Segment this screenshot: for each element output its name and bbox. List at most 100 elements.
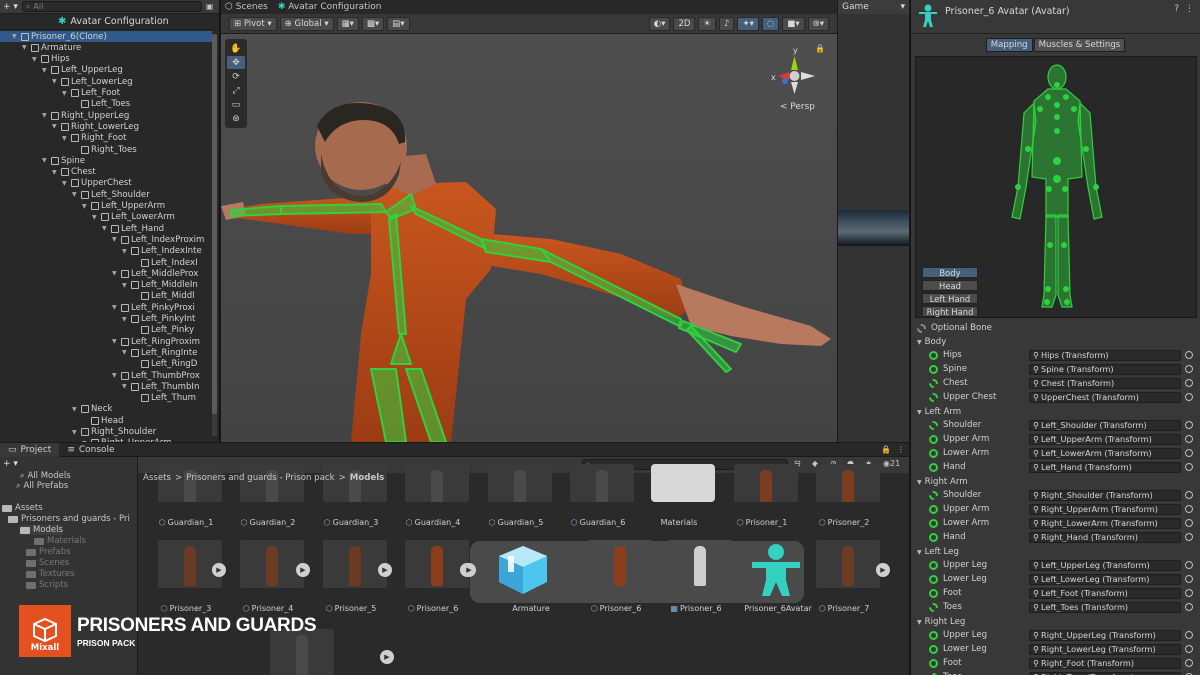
bone-transform-field[interactable]: ⚲ Right_Hand (Transform) [1029, 531, 1181, 543]
object-picker-icon[interactable] [1185, 491, 1193, 499]
hierarchy-item[interactable]: ▼ Right_Foot [0, 133, 126, 144]
object-picker-icon[interactable] [1185, 533, 1193, 541]
hierarchy-item[interactable]: ▼ Right_UpperArm [0, 438, 172, 442]
hierarchy-item[interactable]: ▼ Left_LowerArm [0, 212, 175, 223]
hierarchy-item[interactable]: ▼ Left_UpperLeg [0, 65, 123, 76]
bone-group-header[interactable]: ▼ Right Leg [911, 615, 1200, 629]
breadcrumb-item[interactable]: Prisoners and guards - Prison pack [186, 473, 334, 483]
asset-thumbnail[interactable] [570, 464, 634, 502]
grid-toggle-button[interactable]: ▦ ▾ [336, 16, 359, 31]
audio-toggle-button[interactable]: ♪ [719, 16, 735, 31]
hierarchy-item[interactable]: ▼ Armature [0, 42, 81, 53]
tab-project[interactable]: ▭ Project [0, 443, 60, 457]
object-picker-icon[interactable] [1185, 351, 1193, 359]
hierarchy-item[interactable]: ▼ UpperChest [0, 178, 132, 189]
hierarchy-item[interactable]: ▼ Left_RingInte [0, 347, 197, 358]
object-picker-icon[interactable] [1185, 379, 1193, 387]
expand-arrow-icon[interactable]: ▼ [122, 282, 129, 289]
bone-transform-field[interactable]: ⚲ Left_UpperLeg (Transform) [1029, 559, 1181, 571]
scene-viewport[interactable]: ✋ ✥ ⟳ ⤢ ▭ ⊛ y x < Persp 🔒 [221, 34, 837, 442]
expand-arrow-icon[interactable]: ▼ [52, 123, 59, 130]
asset-thumbnail[interactable] [651, 464, 715, 502]
body-part-left-hand-button[interactable]: Left Hand [922, 293, 978, 304]
create-asset-button[interactable]: + ▾ [3, 459, 18, 469]
global-dropdown[interactable]: ⊕ Global ▾ [279, 16, 334, 31]
help-icon[interactable]: ? [1174, 4, 1179, 14]
expand-arrow-icon[interactable]: ▼ [82, 440, 89, 442]
object-picker-icon[interactable] [1185, 505, 1193, 513]
hierarchy-item[interactable]: ▼ Left_ThumbIn [0, 381, 199, 392]
hierarchy-item[interactable]: ▼ Left_MiddleProx [0, 268, 198, 279]
body-part-head-button[interactable]: Head [922, 280, 978, 291]
add-menu-button[interactable]: + ▾ [3, 2, 18, 12]
hierarchy-item[interactable]: ▼ Left_MiddleIn [0, 280, 198, 291]
hierarchy-item[interactable]: ▼ Prisoner_6(Clone) [0, 31, 212, 42]
project-folder-item[interactable]: Prisoners and guards - Pri [8, 514, 130, 524]
body-part-body-button[interactable]: Body [922, 267, 978, 278]
expand-arrow-icon[interactable]: ▼ [122, 316, 129, 323]
hierarchy-item[interactable]: Left_Middl [0, 291, 195, 302]
bone-transform-field[interactable]: ⚲ Left_Shoulder (Transform) [1029, 419, 1181, 431]
hierarchy-item[interactable]: ▼ Left_UpperArm [0, 201, 165, 212]
expand-arrow-icon[interactable]: ▼ [12, 33, 19, 40]
expand-arrow-icon[interactable]: ▼ [122, 383, 129, 390]
pivot-dropdown[interactable]: ⊞ Pivot ▾ [229, 16, 277, 31]
expand-arrow-icon[interactable]: ▼ [82, 203, 89, 210]
gizmo-center[interactable] [789, 71, 800, 81]
avatar-asset[interactable] [748, 542, 804, 598]
shading-mode-dropdown[interactable]: ◐ ▾ [648, 16, 671, 31]
asset-thumbnail[interactable] [588, 540, 652, 588]
object-picker-icon[interactable] [1185, 421, 1193, 429]
hierarchy-item[interactable]: ▼ Left_RingProxim [0, 336, 200, 347]
expand-arrow-icon[interactable]: ▼ [122, 349, 129, 356]
hierarchy-item[interactable]: ▼ Left_IndexInte [0, 246, 202, 257]
project-folder-item[interactable]: Materials [34, 536, 86, 546]
object-picker-icon[interactable] [1185, 435, 1193, 443]
hierarchy-scroll-thumb[interactable] [212, 34, 217, 414]
gizmo-z-cone-back[interactable] [791, 82, 798, 94]
expand-arrow-icon[interactable]: ▼ [72, 191, 79, 198]
hierarchy-item[interactable]: ▼ Left_PinkyInt [0, 314, 195, 325]
breadcrumb-item[interactable]: Models [350, 473, 385, 483]
hierarchy-item[interactable]: ▼ Neck [0, 404, 112, 415]
expand-prefab-button[interactable]: ▶ [380, 650, 394, 664]
project-folder-item[interactable]: Models [20, 525, 63, 535]
bone-transform-field[interactable]: ⚲ Hips (Transform) [1029, 349, 1181, 361]
tab-muscles-settings[interactable]: Muscles & Settings [1033, 38, 1126, 52]
object-picker-icon[interactable] [1185, 561, 1193, 569]
asset-thumbnail[interactable] [734, 464, 798, 502]
hierarchy-item[interactable]: Left_IndexI [0, 257, 198, 268]
hierarchy-item[interactable]: Right_Toes [0, 144, 137, 155]
asset-thumbnail[interactable] [816, 540, 880, 588]
object-picker-icon[interactable] [1185, 519, 1193, 527]
expand-arrow-icon[interactable]: ▼ [42, 112, 49, 119]
camera-settings-dropdown[interactable]: ■ ▾ [782, 16, 805, 31]
hierarchy-item[interactable]: Left_Pinky [0, 325, 194, 336]
tab-mapping[interactable]: Mapping [985, 38, 1033, 52]
hierarchy-item[interactable]: ▼ Left_IndexProxim [0, 234, 204, 245]
projection-label[interactable]: < Persp [780, 102, 815, 112]
hierarchy-item[interactable]: ▼ Hips [0, 54, 70, 65]
hierarchy-item[interactable]: ▼ Left_Shoulder [0, 189, 150, 200]
expand-arrow-icon[interactable]: ▼ [52, 169, 59, 176]
bone-group-header[interactable]: ▼ Body [911, 335, 1200, 349]
object-picker-icon[interactable] [1185, 589, 1193, 597]
lock-icon[interactable]: 🔒 [815, 44, 825, 53]
hierarchy-item[interactable]: Head [0, 415, 123, 426]
project-folder-item[interactable]: ⌕ All Prefabs [16, 481, 68, 491]
expand-arrow-icon[interactable]: ▼ [72, 429, 79, 436]
hierarchy-item[interactable]: ▼ Spine [0, 155, 85, 166]
lock-icon[interactable]: 🔒 [881, 445, 891, 454]
expand-prefab-button[interactable]: ▶ [212, 563, 226, 577]
2d-toggle-button[interactable]: 2D [673, 16, 696, 31]
body-part-right-hand-button[interactable]: Right Hand [922, 306, 978, 317]
panel-menu-icon[interactable]: ▾ [900, 2, 905, 12]
bone-transform-field[interactable]: ⚲ Right_LowerArm (Transform) [1029, 517, 1181, 529]
object-picker-icon[interactable] [1185, 393, 1193, 401]
asset-thumbnail[interactable] [240, 540, 304, 588]
asset-thumbnail[interactable] [488, 464, 552, 502]
gizmo-blue-axis[interactable] [782, 78, 788, 84]
expand-arrow-icon[interactable]: ▼ [52, 78, 59, 85]
tab-console[interactable]: ≡ Console [59, 443, 122, 457]
asset-thumbnail[interactable] [405, 540, 469, 588]
